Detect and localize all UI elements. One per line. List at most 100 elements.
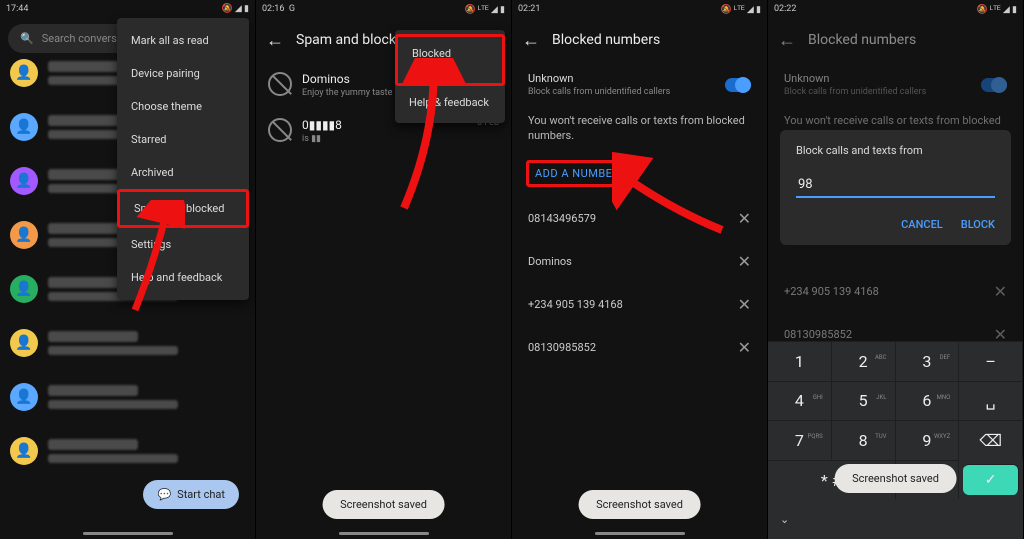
menu-archived[interactable]: Archived [117, 156, 249, 189]
snackbar[interactable]: Screenshot saved [834, 464, 957, 493]
number-text: 08143496579 [528, 212, 596, 225]
nav-handle[interactable] [339, 532, 429, 535]
number-text: Dominos [528, 255, 572, 268]
snackbar-text: Screenshot saved [340, 498, 427, 511]
key-done[interactable]: ✓ [963, 464, 1019, 496]
cancel-button[interactable]: CANCEL [901, 218, 943, 231]
chevron-down-icon: ⌄ [780, 513, 789, 526]
clock: 02:16 [262, 4, 284, 14]
overflow-menu: Blocked contacts Help & feedback [395, 30, 505, 123]
menu-spam-blocked[interactable]: Spam and blocked [117, 189, 249, 228]
key-9[interactable]: 9WXYZ [896, 420, 960, 460]
setting-unknown[interactable]: Unknown Block calls from unidentified ca… [512, 62, 767, 107]
pane-messages: 17:44 🔕 ◢ ▮ 🔍 Search conversati 👤 👤 👤 👤 … [0, 0, 256, 539]
key-space[interactable]: ␣ [959, 381, 1023, 421]
blocked-row[interactable]: Dominos ✕ [512, 240, 767, 283]
back-icon[interactable]: ← [522, 30, 540, 51]
list-item[interactable]: 👤 [0, 316, 255, 370]
menu-choose-theme[interactable]: Choose theme [117, 90, 249, 123]
menu-mark-all-read[interactable]: Mark all as read [117, 24, 249, 57]
block-button[interactable]: BLOCK [961, 218, 995, 231]
status-icons: 🔕 ◢ ▮ [221, 4, 249, 14]
avatar: 👤 [10, 113, 38, 141]
clock: 02:21 [518, 4, 540, 14]
number-text: +234 905 139 4168 [528, 298, 623, 311]
phone-input[interactable]: 98 [796, 173, 995, 198]
back-icon[interactable]: ← [778, 30, 796, 51]
key-2[interactable]: 2ABC [832, 341, 896, 381]
app-bar: ← Blocked numbers [768, 18, 1023, 62]
key-6[interactable]: 6MNO [896, 381, 960, 421]
avatar: 👤 [10, 383, 38, 411]
setting-unknown: Unknown Block calls from unidentified ca… [768, 62, 1023, 107]
key-1[interactable]: 1 [768, 341, 832, 381]
pane-add-number-dialog: 02:22 🔕 ᴸᵀᴱ ◢ ▮ ← Blocked numbers Unknow… [768, 0, 1024, 539]
start-chat-label: Start chat [177, 488, 225, 501]
pane-spam-blocked: 02:16 G 🔕 ᴸᵀᴱ ◢ ▮ ← Spam and blocked Dom… [256, 0, 512, 539]
setting-label: Unknown [784, 72, 926, 85]
back-icon[interactable]: ← [266, 30, 284, 51]
setting-label: Unknown [528, 72, 670, 85]
avatar: 👤 [10, 167, 38, 195]
key-dash[interactable]: – [959, 341, 1023, 381]
snackbar-text: Screenshot saved [596, 498, 683, 511]
blocked-row[interactable]: +234 905 139 4168 ✕ [512, 283, 767, 326]
blocked-row: +234 905 139 4168 ✕ [768, 270, 1023, 313]
status-icons: 🔕 ᴸᵀᴱ ◢ ▮ [976, 4, 1017, 15]
chat-icon: 💬 [157, 488, 171, 501]
nav-handle[interactable] [595, 532, 685, 535]
key-3[interactable]: 3DEF [896, 341, 960, 381]
menu-help[interactable]: Help and feedback [117, 261, 249, 294]
avatar: 👤 [10, 221, 38, 249]
setting-sub: Block calls from unidentified callers [784, 87, 926, 97]
blocked-row[interactable]: 08143496579 ✕ [512, 197, 767, 240]
snackbar[interactable]: Screenshot saved [322, 490, 445, 519]
add-number-button[interactable]: ADD A NUMBER [526, 160, 629, 187]
toggle-switch [981, 78, 1007, 92]
status-icons: 🔕 ᴸᵀᴱ ◢ ▮ [720, 4, 761, 15]
menu-device-pairing[interactable]: Device pairing [117, 57, 249, 90]
avatar: 👤 [10, 59, 38, 87]
number-text: 08130985852 [784, 328, 852, 341]
page-title: Blocked numbers [552, 32, 660, 48]
nav-handle[interactable] [83, 532, 173, 535]
key-4[interactable]: 4GHI [768, 381, 832, 421]
key-5[interactable]: 5JKL [832, 381, 896, 421]
key-7[interactable]: 7PQRS [768, 420, 832, 460]
close-icon[interactable]: ✕ [738, 338, 751, 357]
status-icons: 🔕 ᴸᵀᴱ ◢ ▮ [464, 4, 505, 15]
menu-starred[interactable]: Starred [117, 123, 249, 156]
avatar: 👤 [10, 437, 38, 465]
key-8[interactable]: 8TUV [832, 420, 896, 460]
menu-help[interactable]: Help & feedback [395, 86, 505, 119]
list-item[interactable]: 👤 [0, 424, 255, 478]
close-icon[interactable]: ✕ [738, 295, 751, 314]
keyboard-collapse[interactable]: ⌄ [768, 499, 1023, 539]
blocked-row[interactable]: 08130985852 ✕ [512, 326, 767, 369]
pane-blocked-numbers: 02:21 🔕 ᴸᵀᴱ ◢ ▮ ← Blocked numbers Unknow… [512, 0, 768, 539]
menu-blocked-contacts[interactable]: Blocked contacts [395, 34, 505, 86]
list-item[interactable]: 👤 [0, 370, 255, 424]
clock: 17:44 [6, 4, 28, 14]
close-icon: ✕ [994, 282, 1007, 301]
snackbar[interactable]: Screenshot saved [578, 490, 701, 519]
close-icon[interactable]: ✕ [738, 252, 751, 271]
item-sub: is ▮▮ [302, 134, 467, 144]
start-chat-button[interactable]: 💬 Start chat [143, 480, 239, 509]
status-bar: 02:22 🔕 ᴸᵀᴱ ◢ ▮ [768, 0, 1023, 18]
avatar: 👤 [10, 275, 38, 303]
app-bar: ← Blocked numbers [512, 18, 767, 62]
dialog-title: Block calls and texts from [796, 144, 995, 157]
block-icon [268, 72, 292, 96]
toggle-switch[interactable] [725, 78, 751, 92]
number-text: +234 905 139 4168 [784, 285, 879, 298]
status-bar: 02:16 G 🔕 ᴸᵀᴱ ◢ ▮ [256, 0, 511, 18]
menu-settings[interactable]: Settings [117, 228, 249, 261]
number-text: 08130985852 [528, 341, 596, 354]
snackbar-text: Screenshot saved [852, 472, 939, 485]
key-backspace[interactable]: ⌫ [959, 420, 1023, 460]
setting-sub: Block calls from unidentified callers [528, 87, 670, 97]
clock: 02:22 [774, 4, 796, 14]
close-icon[interactable]: ✕ [738, 209, 751, 228]
status-app: G [289, 4, 295, 14]
